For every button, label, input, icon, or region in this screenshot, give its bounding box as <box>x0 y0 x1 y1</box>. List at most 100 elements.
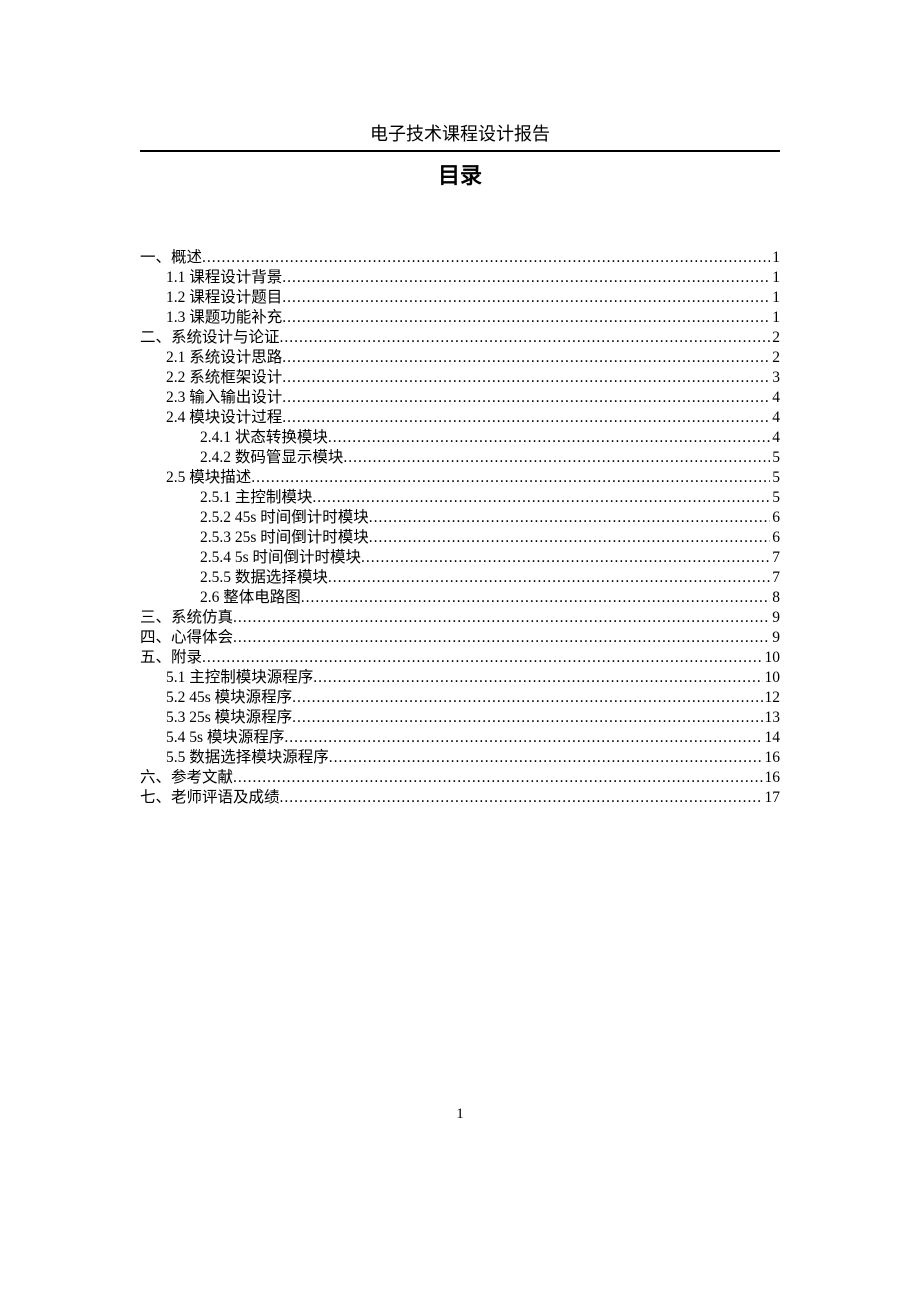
toc-entry-label: 5.3 25s 模块源程序 <box>166 710 292 726</box>
toc-entry-label: 二、系统设计与论证 <box>140 330 280 346</box>
toc-heading: 目录 <box>140 158 780 190</box>
toc-entry-page: 4 <box>770 390 780 406</box>
toc-entry-label: 2.1 系统设计思路 <box>166 350 282 366</box>
toc-entry-page: 4 <box>770 430 780 446</box>
toc-entry-label: 五、附录 <box>140 650 202 666</box>
toc-entry: 2.5.2 45s 时间倒计时模块6 <box>140 510 780 526</box>
toc-entry-page: 5 <box>770 470 780 486</box>
toc-entry: 2.4 模块设计过程 4 <box>140 410 780 426</box>
toc-entry: 5.4 5s 模块源程序 14 <box>140 730 780 746</box>
toc-entry-page: 5 <box>770 490 780 506</box>
toc-entry: 5.2 45s 模块源程序 12 <box>140 690 780 706</box>
toc-entry-page: 17 <box>763 790 781 806</box>
toc-entry-page: 2 <box>770 330 780 346</box>
toc-entry-page: 16 <box>763 750 781 766</box>
toc-entry: 2.5.1 主控制模块 5 <box>140 490 780 506</box>
toc-dot-leaders <box>369 510 770 526</box>
toc-entry: 五、附录10 <box>140 650 780 666</box>
toc-entry-label: 5.5 数据选择模块源程序 <box>166 750 329 766</box>
toc-entry: 1.1 课程设计背景1 <box>140 270 780 286</box>
toc-entry: 1.3 课题功能补充 1 <box>140 310 780 326</box>
toc-entry-label: 2.5 模块描述 <box>166 470 251 486</box>
toc-entry: 一、概述 1 <box>140 250 780 266</box>
toc-entry: 四、心得体会 9 <box>140 630 780 646</box>
toc-entry: 七、老师评语及成绩 17 <box>140 790 780 806</box>
toc-dot-leaders <box>343 450 770 466</box>
toc-entry-label: 1.2 课程设计题目 <box>166 290 282 306</box>
toc-entry-page: 16 <box>763 770 781 786</box>
toc-entry: 二、系统设计与论证 2 <box>140 330 780 346</box>
toc-dot-leaders <box>282 390 770 406</box>
toc-entry: 2.3 输入输出设计 4 <box>140 390 780 406</box>
toc-entry: 2.5 模块描述 5 <box>140 470 780 486</box>
toc-entry-page: 12 <box>763 690 781 706</box>
toc-dot-leaders <box>284 730 762 746</box>
toc-entry: 2.1 系统设计思路 2 <box>140 350 780 366</box>
toc-dot-leaders <box>292 690 762 706</box>
toc-dot-leaders <box>251 470 770 486</box>
toc-dot-leaders <box>328 570 770 586</box>
toc-entry: 1.2 课程设计题目1 <box>140 290 780 306</box>
toc-entry-page: 7 <box>770 550 780 566</box>
toc-entry-page: 9 <box>770 630 780 646</box>
toc-entry-label: 5.2 45s 模块源程序 <box>166 690 292 706</box>
toc-entry: 2.5.3 25s 时间倒计时模块 6 <box>140 530 780 546</box>
toc-entry-page: 4 <box>770 410 780 426</box>
toc-entry-label: 2.5.5 数据选择模块 <box>200 570 328 586</box>
toc-dot-leaders <box>282 370 770 386</box>
toc-dot-leaders <box>329 750 763 766</box>
toc-entry-page: 14 <box>763 730 781 746</box>
toc-dot-leaders <box>282 270 770 286</box>
toc-dot-leaders <box>282 310 770 326</box>
toc-dot-leaders <box>280 790 763 806</box>
toc-entry: 2.6 整体电路图 8 <box>140 590 780 606</box>
toc-entry: 三、系统仿真9 <box>140 610 780 626</box>
toc-entry: 2.5.4 5s 时间倒计时模块7 <box>140 550 780 566</box>
toc-entry-label: 七、老师评语及成绩 <box>140 790 280 806</box>
toc-entry-label: 2.4.1 状态转换模块 <box>200 430 328 446</box>
toc-entry-label: 5.1 主控制模块源程序 <box>166 670 313 686</box>
toc-entry-page: 5 <box>770 450 780 466</box>
toc-dot-leaders <box>361 550 770 566</box>
toc-dot-leaders <box>233 630 770 646</box>
toc-dot-leaders <box>301 590 770 606</box>
toc-entry-page: 1 <box>770 250 780 266</box>
toc-dot-leaders <box>313 670 762 686</box>
toc-entry-label: 2.4 模块设计过程 <box>166 410 282 426</box>
toc-dot-leaders <box>282 410 770 426</box>
table-of-contents: 一、概述 1 1.1 课程设计背景1 1.2 课程设计题目1 1.3 课题功能补充 1 二… <box>140 250 780 806</box>
footer-page-number: 1 <box>140 1106 780 1123</box>
toc-entry-label: 2.6 整体电路图 <box>200 590 301 606</box>
toc-entry-page: 13 <box>763 710 781 726</box>
toc-dot-leaders <box>328 430 770 446</box>
toc-entry: 5.1 主控制模块源程序10 <box>140 670 780 686</box>
toc-entry: 2.5.5 数据选择模块7 <box>140 570 780 586</box>
toc-entry-page: 6 <box>770 530 780 546</box>
toc-entry-label: 2.3 输入输出设计 <box>166 390 282 406</box>
toc-entry-page: 8 <box>770 590 780 606</box>
toc-dot-leaders <box>312 490 770 506</box>
toc-entry-label: 四、心得体会 <box>140 630 233 646</box>
toc-dot-leaders <box>202 250 770 266</box>
toc-dot-leaders <box>233 610 770 626</box>
toc-entry-label: 1.3 课题功能补充 <box>166 310 282 326</box>
toc-entry-label: 2.4.2 数码管显示模块 <box>200 450 343 466</box>
toc-dot-leaders <box>233 770 762 786</box>
toc-entry: 2.2 系统框架设计 3 <box>140 370 780 386</box>
toc-entry-label: 2.2 系统框架设计 <box>166 370 282 386</box>
toc-entry-label: 2.5.1 主控制模块 <box>200 490 312 506</box>
toc-entry-label: 2.5.3 25s 时间倒计时模块 <box>200 530 369 546</box>
toc-entry-page: 3 <box>770 370 780 386</box>
toc-dot-leaders <box>280 330 771 346</box>
toc-entry-label: 一、概述 <box>140 250 202 266</box>
toc-entry: 2.4.1 状态转换模块 4 <box>140 430 780 446</box>
toc-entry-label: 5.4 5s 模块源程序 <box>166 730 284 746</box>
toc-entry: 六、参考文献16 <box>140 770 780 786</box>
toc-dot-leaders <box>202 650 762 666</box>
toc-entry: 5.5 数据选择模块源程序 16 <box>140 750 780 766</box>
toc-entry: 5.3 25s 模块源程序 13 <box>140 710 780 726</box>
toc-entry-page: 2 <box>770 350 780 366</box>
toc-dot-leaders <box>282 350 770 366</box>
toc-entry-label: 三、系统仿真 <box>140 610 233 626</box>
toc-entry: 2.4.2 数码管显示模块 5 <box>140 450 780 466</box>
